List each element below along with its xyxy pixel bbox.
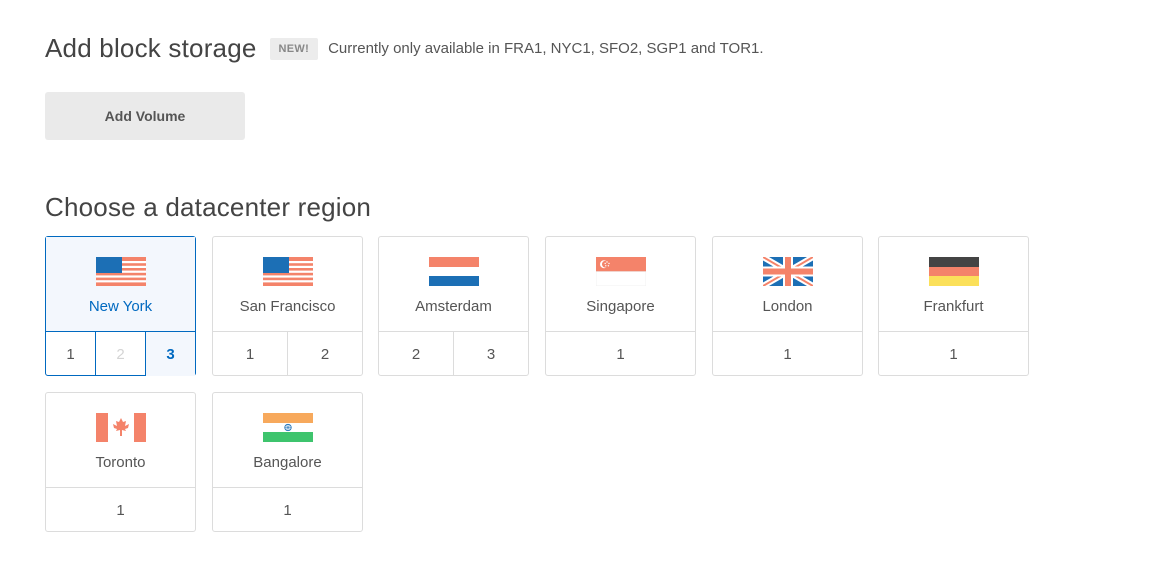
region-card-san-francisco[interactable]: San Francisco 1 2 bbox=[212, 236, 363, 376]
region-city-label: San Francisco bbox=[239, 298, 336, 315]
region-city-label: Bangalore bbox=[253, 454, 322, 471]
region-card-bangalore[interactable]: Bangalore 1 bbox=[212, 392, 363, 532]
region-card-header[interactable]: Singapore bbox=[546, 237, 695, 332]
datacenter-option-1[interactable]: 1 bbox=[713, 332, 862, 376]
datacenter-option-1[interactable]: 1 bbox=[879, 332, 1028, 376]
region-card-header[interactable]: London bbox=[713, 237, 862, 332]
datacenter-option-2[interactable]: 2 bbox=[287, 332, 362, 376]
region-city-label: London bbox=[762, 298, 813, 315]
region-city-label: Frankfurt bbox=[923, 298, 984, 315]
region-grid: New York 1 2 3 San Francisco 1 2 Amsterd… bbox=[0, 0, 1166, 583]
region-city-label: Singapore bbox=[586, 298, 655, 315]
region-card-header[interactable]: San Francisco bbox=[213, 237, 362, 332]
region-card-london[interactable]: London 1 bbox=[712, 236, 863, 376]
region-card-frankfurt[interactable]: Frankfurt 1 bbox=[878, 236, 1029, 376]
uk-flag-icon bbox=[762, 257, 813, 286]
datacenter-option-3[interactable]: 3 bbox=[453, 332, 528, 376]
region-city-label: Toronto bbox=[95, 454, 146, 471]
datacenter-option-1[interactable]: 1 bbox=[46, 332, 95, 376]
region-card-header[interactable]: Frankfurt bbox=[879, 237, 1028, 332]
region-city-label: Amsterdam bbox=[415, 298, 492, 315]
singapore-flag-icon bbox=[595, 257, 646, 286]
netherlands-flag-icon bbox=[428, 257, 479, 286]
us-flag-icon bbox=[262, 257, 313, 286]
region-card-header[interactable]: New York bbox=[46, 237, 195, 332]
region-card-header[interactable]: Amsterdam bbox=[379, 237, 528, 332]
datacenter-option-2[interactable]: 2 bbox=[379, 332, 453, 376]
india-flag-icon bbox=[262, 413, 313, 442]
region-card-header[interactable]: Toronto bbox=[46, 393, 195, 488]
canada-flag-icon bbox=[95, 413, 146, 442]
region-card-new-york[interactable]: New York 1 2 3 bbox=[45, 236, 196, 376]
region-card-amsterdam[interactable]: Amsterdam 2 3 bbox=[378, 236, 529, 376]
region-card-singapore[interactable]: Singapore 1 bbox=[545, 236, 696, 376]
us-flag-icon bbox=[95, 257, 146, 286]
region-city-label: New York bbox=[88, 298, 153, 315]
datacenter-option-2: 2 bbox=[95, 332, 145, 376]
datacenter-option-1[interactable]: 1 bbox=[46, 488, 195, 532]
datacenter-option-3[interactable]: 3 bbox=[145, 332, 195, 376]
datacenter-option-1[interactable]: 1 bbox=[213, 488, 362, 532]
datacenter-option-1[interactable]: 1 bbox=[213, 332, 287, 376]
germany-flag-icon bbox=[928, 257, 979, 286]
region-card-toronto[interactable]: Toronto 1 bbox=[45, 392, 196, 532]
region-card-header[interactable]: Bangalore bbox=[213, 393, 362, 488]
datacenter-option-1[interactable]: 1 bbox=[546, 332, 695, 376]
